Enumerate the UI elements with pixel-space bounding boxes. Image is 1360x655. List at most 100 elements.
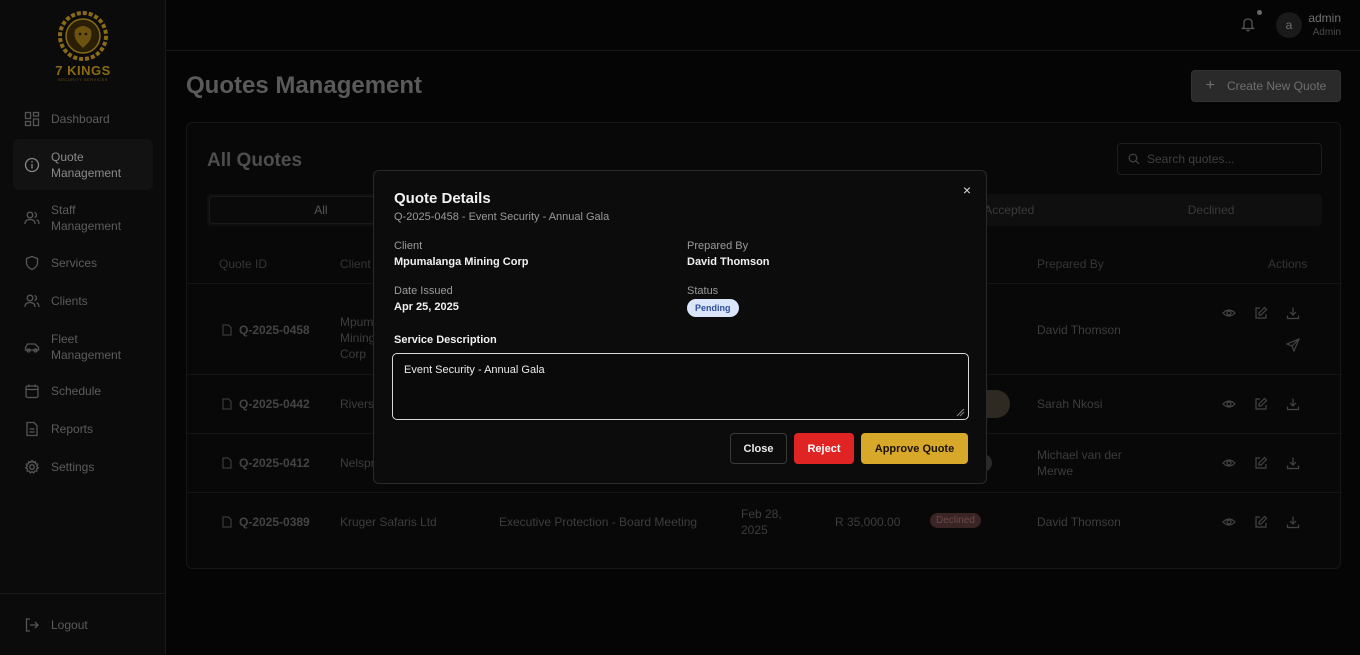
status-badge: Declined (930, 513, 981, 528)
create-quote-label: Create New Quote (1226, 79, 1327, 93)
dashboard-icon (24, 111, 40, 127)
sidebar-item-clients[interactable]: Clients (13, 281, 153, 321)
topbar: a admin Admin (166, 0, 1360, 51)
download-icon[interactable] (1286, 397, 1300, 411)
sidebar: 7 KINGS SECURITY SERVICES Dashboard Quot… (0, 0, 166, 655)
page-title: Quotes Management (186, 72, 423, 99)
logout-icon (25, 618, 39, 632)
client-label: Client (394, 240, 423, 252)
quote-id-cell: Q-2025-0412 (221, 455, 310, 471)
prepared-by-label: Prepared By (687, 240, 749, 252)
client-cell: Riverside (340, 397, 374, 411)
status-label: Status (687, 285, 719, 297)
quote-details-modal: × Quote Details Q-2025-0458 - Event Secu… (373, 170, 987, 484)
view-icon[interactable] (1222, 306, 1236, 320)
service-description-label: Service Description (394, 334, 497, 346)
quote-id-cell: Q-2025-0458 (221, 322, 310, 338)
sidebar-item-fleet-management[interactable]: Fleet Management (13, 321, 153, 372)
modal-subtitle: Q-2025-0458 - Event Security - Annual Ga… (394, 211, 610, 223)
plus-icon: + (1205, 77, 1215, 94)
sidebar-item-reports[interactable]: Reports (13, 410, 153, 448)
sidebar-item-schedule[interactable]: Schedule (13, 372, 153, 410)
create-quote-button[interactable]: + Create New Quote (1191, 70, 1341, 102)
download-icon[interactable] (1286, 456, 1300, 470)
view-icon[interactable] (1222, 515, 1236, 529)
search-icon (1128, 153, 1140, 165)
brand-name: 7 KINGS (55, 63, 111, 78)
sidebar-item-services[interactable]: Services (13, 245, 153, 281)
sidebar-item-staff-management[interactable]: Staff Management (13, 192, 153, 243)
view-icon[interactable] (1222, 456, 1236, 470)
sidebar-item-settings[interactable]: Settings (13, 448, 153, 486)
info-circle-icon (24, 157, 40, 172)
header-prepared-by: Prepared By (1037, 257, 1104, 271)
send-icon[interactable] (1286, 338, 1300, 352)
sidebar-item-dashboard[interactable]: Dashboard (13, 101, 153, 137)
status-badge: Pending (687, 299, 739, 317)
edit-icon[interactable] (1254, 397, 1268, 411)
sidebar-item-label: Schedule (51, 384, 102, 398)
search-input[interactable] (1147, 152, 1317, 166)
prepared-by-cell: Michael van der Merwe (1037, 448, 1122, 478)
notification-dot (1257, 10, 1262, 15)
sidebar-footer: Logout (0, 593, 166, 655)
view-icon[interactable] (1222, 397, 1236, 411)
brand-logo: 7 KINGS SECURITY SERVICES (48, 10, 118, 88)
search-box (1117, 143, 1322, 175)
calendar-icon (25, 384, 39, 399)
date-issued-label: Date Issued (394, 285, 453, 297)
logout-button[interactable]: Logout (24, 617, 88, 633)
car-icon (24, 342, 40, 353)
amount-cell: R 35,000.00 (835, 515, 901, 529)
bell-icon[interactable] (1240, 16, 1256, 32)
document-icon (222, 457, 232, 469)
sidebar-item-label: Staff Management (51, 202, 122, 233)
tab-declined[interactable]: Declined (1100, 194, 1322, 226)
download-icon[interactable] (1286, 306, 1300, 320)
document-icon (222, 516, 232, 528)
edit-icon[interactable] (1254, 306, 1268, 320)
close-icon[interactable]: × (960, 183, 974, 197)
sidebar-item-label: Fleet Management (51, 331, 122, 362)
prepared-by-cell: Sarah Nkosi (1037, 397, 1103, 411)
document-icon (222, 398, 232, 410)
brand-tagline: SECURITY SERVICES (58, 77, 108, 82)
users-icon (24, 211, 40, 224)
reject-button[interactable]: Reject (794, 433, 854, 464)
prepared-by-cell: David Thomson (1037, 515, 1121, 529)
table-row: Q-2025-0389 Kruger Safaris Ltd Executive… (187, 492, 1342, 550)
service-description-field[interactable]: Event Security - Annual Gala (392, 353, 969, 420)
close-button[interactable]: Close (730, 433, 787, 464)
resize-handle-icon[interactable] (955, 407, 965, 417)
sidebar-item-label: Reports (51, 422, 94, 436)
client-cell: Nelspruit (340, 456, 374, 470)
approve-quote-button[interactable]: Approve Quote (861, 433, 968, 464)
file-icon (26, 421, 38, 437)
sidebar-nav: Dashboard Quote Management Staff Managem… (13, 101, 153, 486)
date-issued-value: Apr 25, 2025 (394, 301, 459, 313)
client-cell: Mpumalanga Mining Corp (340, 315, 374, 361)
lion-emblem-icon (58, 11, 108, 61)
sidebar-item-label: Quote Management (51, 149, 122, 180)
client-cell: Kruger Safaris Ltd (340, 515, 437, 529)
sidebar-item-label: Clients (51, 294, 88, 308)
user-role: Admin (1312, 27, 1341, 38)
sidebar-item-label: Settings (51, 460, 95, 474)
download-icon[interactable] (1286, 515, 1300, 529)
sidebar-item-quote-management[interactable]: Quote Management (13, 139, 153, 190)
sidebar-item-label: Services (51, 256, 98, 270)
edit-icon[interactable] (1254, 515, 1268, 529)
service-cell: Executive Protection - Board Meeting (499, 515, 698, 529)
avatar[interactable]: a (1276, 12, 1302, 38)
document-icon (222, 324, 232, 336)
client-value: Mpumalanga Mining Corp (394, 256, 529, 268)
edit-icon[interactable] (1254, 456, 1268, 470)
prepared-by-cell: David Thomson (1037, 323, 1121, 337)
header-quote-id: Quote ID (219, 257, 268, 271)
user-name: admin (1308, 11, 1341, 25)
shield-icon (25, 255, 39, 271)
card-title: All Quotes (207, 150, 303, 171)
logout-label: Logout (51, 618, 88, 632)
header-actions: Actions (1268, 257, 1308, 271)
prepared-by-value: David Thomson (687, 256, 770, 268)
